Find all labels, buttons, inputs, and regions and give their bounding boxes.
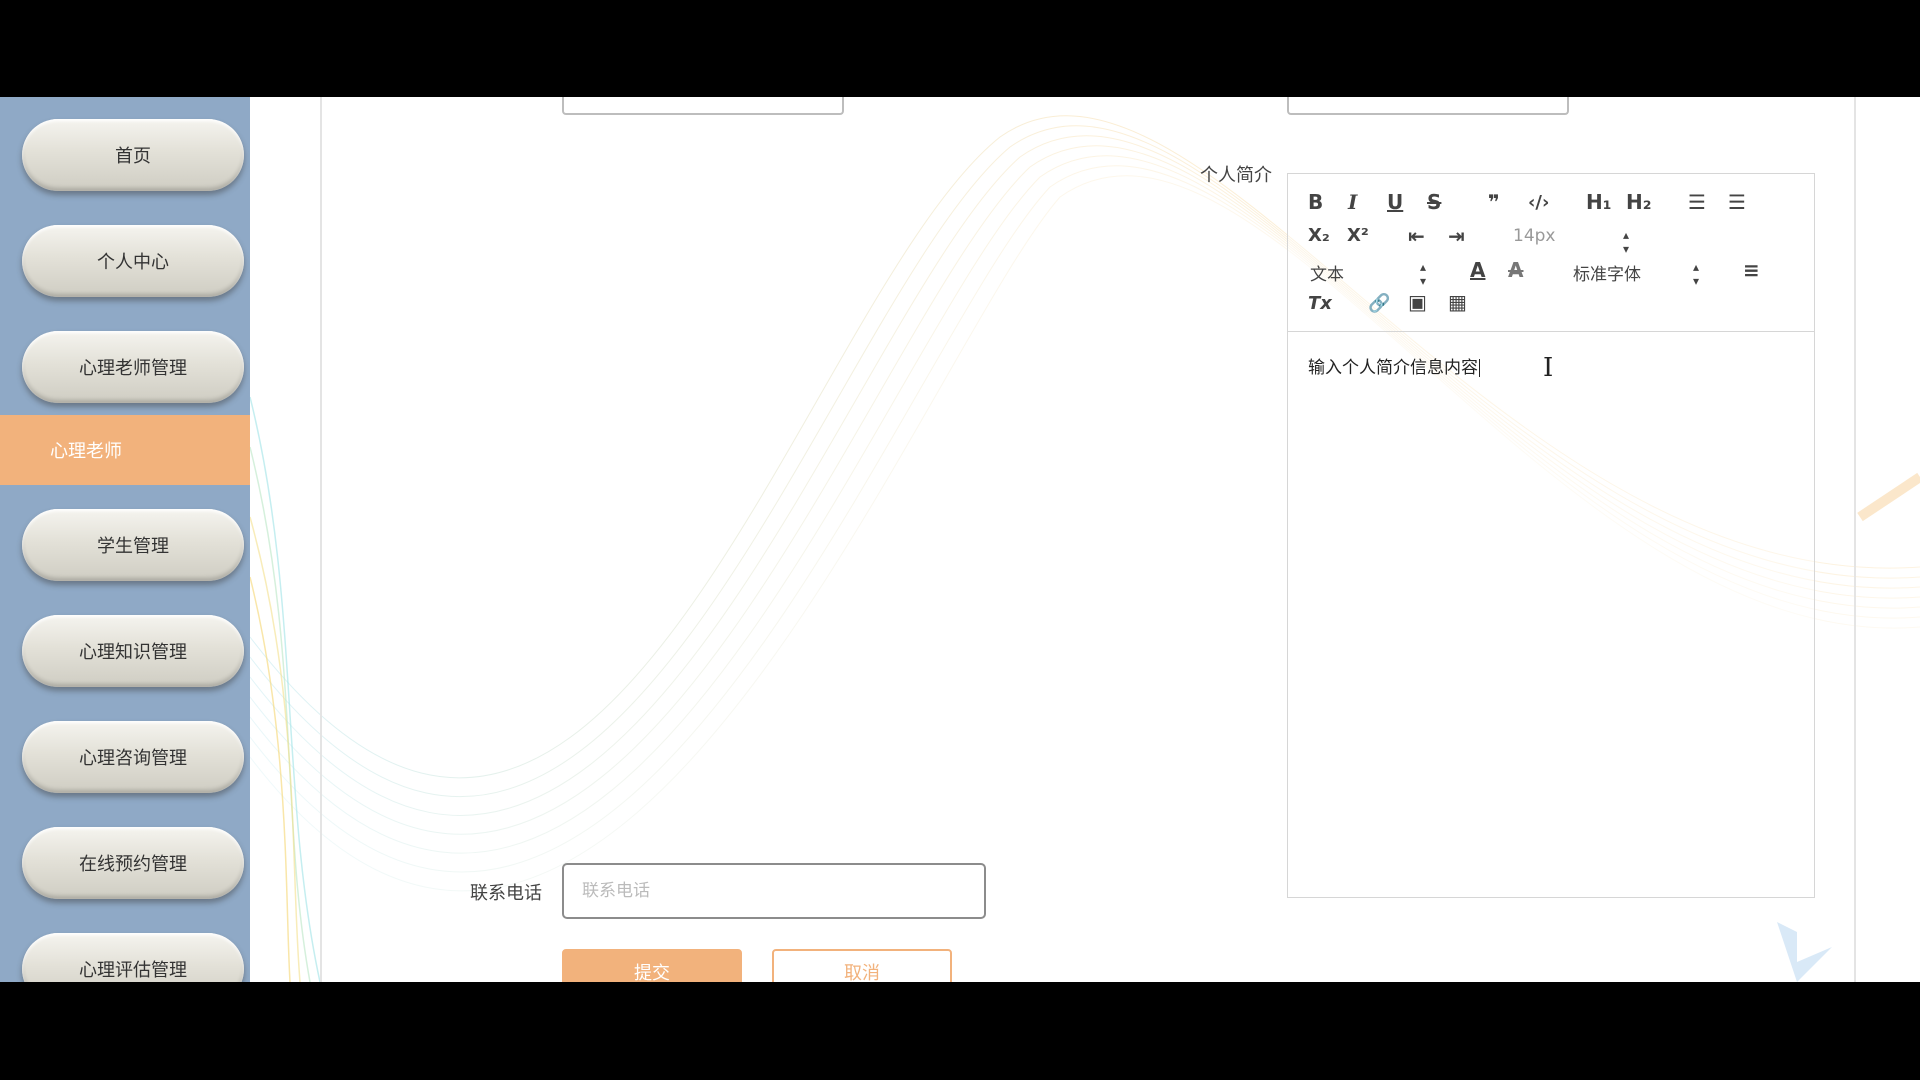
strikethrough-icon[interactable]: S	[1427, 190, 1441, 214]
select-caret-icon: ▴ ▾	[1420, 260, 1427, 288]
editor-toolbar: B I U S ❞ ‹/› H₁ H₂ ☰ ☰ X₂ X² ⇤ ⇥ 14px ▴…	[1288, 174, 1814, 332]
subscript-icon[interactable]: X₂	[1308, 224, 1330, 248]
sidebar-item-label: 心理咨询管理	[79, 748, 187, 769]
image-icon[interactable]: ▣	[1408, 290, 1427, 314]
blockquote-icon[interactable]: ❞	[1488, 190, 1500, 214]
sidebar-item-teacher-management[interactable]: 心理老师管理	[22, 331, 244, 403]
sidebar-item-appointment-management[interactable]: 在线预约管理	[22, 827, 244, 899]
phone-label: 联系电话	[470, 883, 542, 904]
editor-content-area[interactable]: 输入个人简介信息内容 I	[1288, 333, 1814, 898]
submit-button[interactable]: 提交	[562, 949, 742, 982]
sidebar-item-label: 学生管理	[97, 536, 169, 557]
video-icon[interactable]: ▦	[1448, 290, 1467, 314]
indent-icon[interactable]: ⇥	[1448, 224, 1465, 248]
phone-placeholder: 联系电话	[582, 881, 650, 901]
header-select-value: 文本	[1310, 265, 1344, 285]
font-family-value: 标准字体	[1573, 265, 1641, 285]
sidebar-item-personal-center[interactable]: 个人中心	[22, 225, 244, 297]
link-icon[interactable]: 🔗	[1368, 292, 1390, 316]
heading-1-icon[interactable]: H₁	[1586, 190, 1612, 214]
sidebar-item-student-management[interactable]: 学生管理	[22, 509, 244, 581]
sidebar-subitem-label: 心理老师	[50, 441, 122, 462]
sidebar-subitem-teacher[interactable]: 心理老师	[0, 415, 250, 485]
bullet-list-icon[interactable]: ☰	[1728, 190, 1746, 214]
sidebar-item-label: 首页	[115, 146, 151, 167]
select-caret-icon: ▴ ▾	[1693, 260, 1700, 288]
sidebar-item-label: 在线预约管理	[79, 854, 187, 875]
sidebar-item-knowledge-management[interactable]: 心理知识管理	[22, 615, 244, 687]
heading-2-icon[interactable]: H₂	[1626, 190, 1652, 214]
sidebar: 首页 个人中心 心理老师管理 心理老师 学生管理 心理知识管理 心理咨询管理 在…	[0, 97, 250, 982]
text-caret	[1479, 359, 1480, 377]
watermark-logo-icon	[1777, 922, 1832, 982]
sidebar-item-assessment-management[interactable]: 心理评估管理	[22, 933, 244, 982]
sidebar-item-label: 心理老师管理	[79, 358, 187, 379]
top-left-input[interactable]	[562, 97, 844, 115]
bio-rich-text-editor[interactable]: B I U S ❞ ‹/› H₁ H₂ ☰ ☰ X₂ X² ⇤ ⇥ 14px ▴…	[1287, 173, 1815, 898]
sidebar-item-consultation-management[interactable]: 心理咨询管理	[22, 721, 244, 793]
font-size-select[interactable]: 14px ▴ ▾	[1513, 226, 1633, 256]
font-size-value: 14px	[1513, 226, 1556, 246]
italic-icon[interactable]: I	[1348, 190, 1357, 214]
ordered-list-icon[interactable]: ☰	[1688, 190, 1706, 214]
bio-label: 个人简介	[1200, 165, 1272, 186]
cancel-button[interactable]: 取消	[772, 949, 952, 982]
phone-input[interactable]: 联系电话	[562, 863, 986, 919]
align-icon[interactable]: ≡	[1743, 258, 1760, 282]
sidebar-item-label: 心理知识管理	[79, 642, 187, 663]
sidebar-item-label: 个人中心	[97, 252, 169, 273]
editor-content-text: 输入个人简介信息内容	[1308, 358, 1478, 378]
clear-format-icon[interactable]: Tx	[1308, 292, 1332, 316]
sidebar-item-label: 心理评估管理	[79, 960, 187, 981]
select-caret-icon: ▴ ▾	[1623, 228, 1630, 256]
header-select[interactable]: 文本 ▴ ▾	[1310, 260, 1430, 288]
superscript-icon[interactable]: X²	[1347, 224, 1369, 248]
content-panel: 个人简介 B I U S ❞ ‹/› H₁ H₂ ☰ ☰ X₂ X² ⇤ ⇥ 1…	[320, 97, 1856, 982]
code-block-icon[interactable]: ‹/›	[1528, 191, 1549, 215]
mouse-ibeam-cursor: I	[1543, 353, 1554, 383]
underline-icon[interactable]: U	[1387, 190, 1403, 214]
top-right-input[interactable]	[1287, 97, 1569, 115]
font-family-select[interactable]: 标准字体 ▴ ▾	[1573, 260, 1699, 288]
outdent-icon[interactable]: ⇤	[1408, 224, 1425, 248]
background-color-icon[interactable]: A	[1508, 258, 1523, 282]
sidebar-item-home[interactable]: 首页	[22, 119, 244, 191]
text-color-icon[interactable]: A	[1470, 258, 1485, 282]
app-screen: 个人简介 B I U S ❞ ‹/› H₁ H₂ ☰ ☰ X₂ X² ⇤ ⇥ 1…	[0, 97, 1920, 982]
bold-icon[interactable]: B	[1308, 190, 1323, 214]
